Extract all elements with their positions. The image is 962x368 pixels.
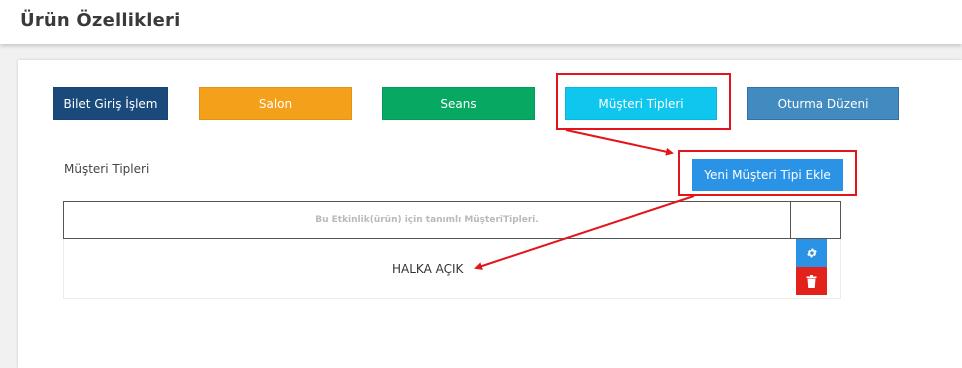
table-header-divider	[790, 202, 791, 238]
section-label: Müşteri Tipleri	[64, 162, 150, 176]
trash-icon	[806, 274, 817, 288]
bilet-giris-button[interactable]: Bilet Giriş İşlem	[53, 87, 168, 120]
page-header: Ürün Özellikleri	[0, 0, 962, 44]
seans-button[interactable]: Seans	[382, 87, 535, 120]
oturma-duzeni-button[interactable]: Oturma Düzeni	[747, 87, 899, 120]
table-header-text: Bu Etkinlik(ürün) için tanımlı MüşteriTi…	[315, 215, 539, 225]
salon-button[interactable]: Salon	[199, 87, 352, 120]
table-row: HALKA AÇIK	[63, 239, 841, 299]
customer-type-name: HALKA AÇIK	[392, 262, 464, 276]
page-title: Ürün Özellikleri	[20, 10, 181, 31]
highlight-box-musteri-tipleri	[556, 73, 731, 130]
edit-button[interactable]	[796, 239, 827, 267]
highlight-box-add-button	[678, 150, 857, 196]
gear-icon	[806, 248, 817, 258]
delete-button[interactable]	[796, 267, 827, 295]
table-header: Bu Etkinlik(ürün) için tanımlı MüşteriTi…	[63, 201, 841, 239]
